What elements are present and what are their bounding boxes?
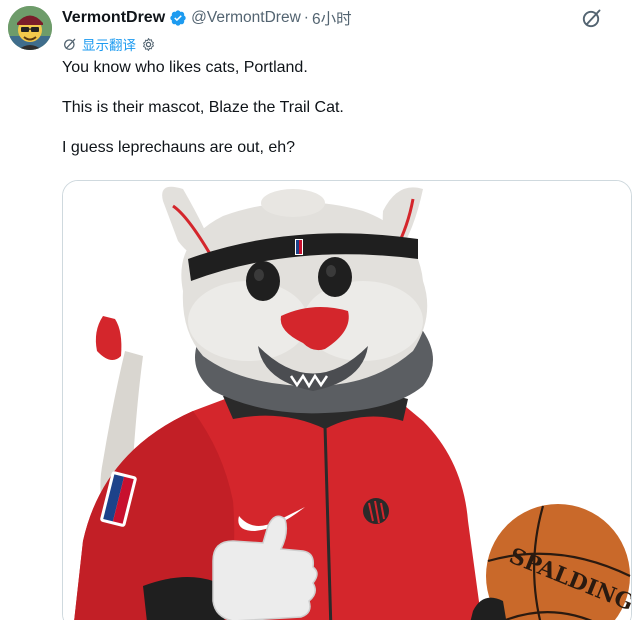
- verified-badge-icon[interactable]: [169, 9, 187, 27]
- author-display-name[interactable]: VermontDrew: [62, 9, 165, 27]
- avatar-image: [8, 6, 52, 50]
- author-handle[interactable]: @VermontDrew: [191, 9, 301, 27]
- tweet-text-line: This is their mascot, Blaze the Trail Ca…: [62, 99, 344, 116]
- tweet-text-line: You know who likes cats, Portland.: [62, 59, 308, 76]
- translate-row: 显示翻译: [62, 35, 156, 53]
- show-translation-link[interactable]: 显示翻译: [82, 34, 136, 54]
- tweet: VermontDrew @VermontDrew · 6小时 显示翻译 You …: [0, 0, 632, 620]
- tweet-text-line: I guess leprechauns are out, eh?: [62, 139, 296, 156]
- mascot-photo: SPALDING: [63, 181, 631, 620]
- gear-icon[interactable]: [141, 37, 156, 52]
- header-separator: ·: [303, 9, 309, 26]
- tweet-text: You know who likes cats, Portland. This …: [62, 58, 622, 158]
- timestamp[interactable]: 6小时: [312, 7, 352, 29]
- avatar[interactable]: [8, 6, 52, 50]
- grok-icon[interactable]: [580, 6, 604, 30]
- translate-icon[interactable]: [62, 36, 78, 52]
- tweet-media-photo[interactable]: SPALDING: [62, 180, 632, 620]
- blazers-logo: [363, 498, 389, 524]
- headband-nba-logo: [295, 239, 303, 255]
- tweet-header: VermontDrew @VermontDrew · 6小时: [62, 8, 352, 28]
